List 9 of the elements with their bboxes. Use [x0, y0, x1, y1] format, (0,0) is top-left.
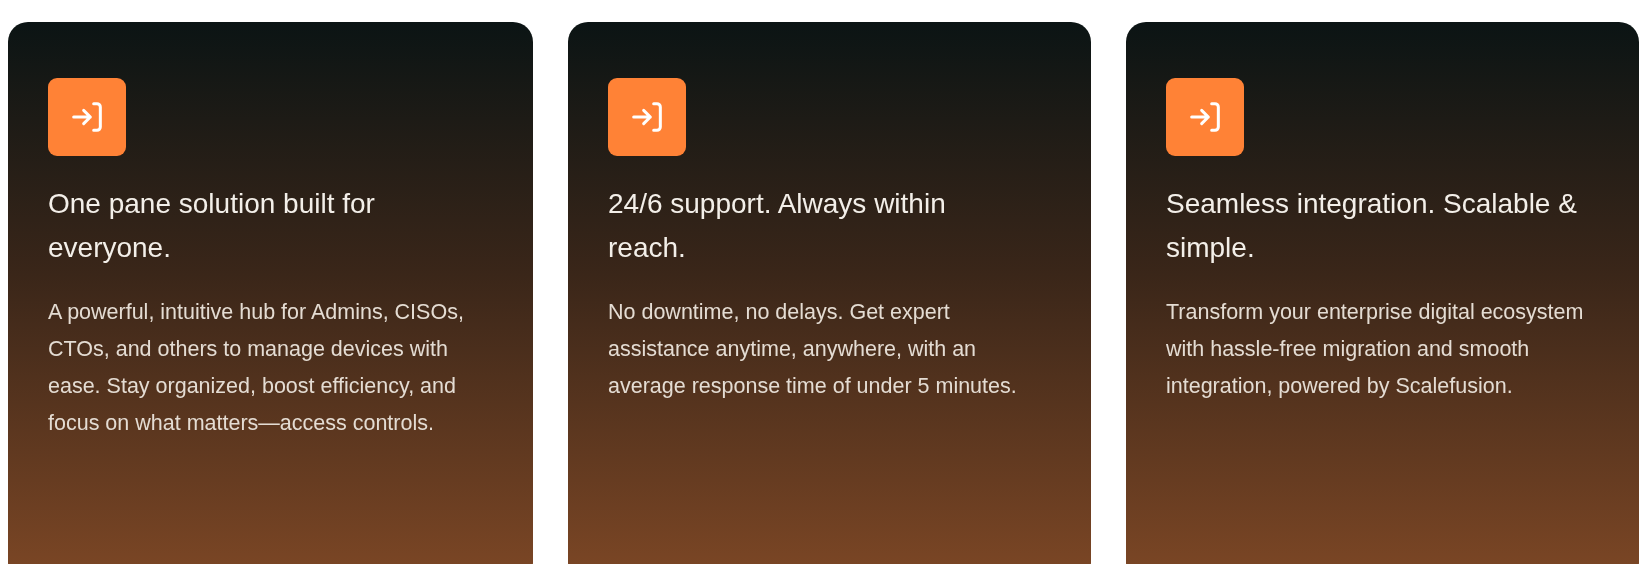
sign-in-icon: [1166, 78, 1244, 156]
card-description: No downtime, no delays. Get expert assistance anytime, anywhere, with an average response time of under 5 minutes.: [608, 299, 1018, 400]
card-title: Seamless integration. Scalable & simple.: [1166, 187, 1578, 265]
card-title: One pane solution built for everyone.: [48, 187, 376, 265]
card-description: Transform your enterprise digital ecosystem with hassle-free migration and smooth integration, powered by Scalefusion.: [1166, 299, 1585, 400]
card-description: A powerful, intuitive hub for Admins, CISOs, CTOs, and others to manage devices with ease. Stay organized, boost efficiency, and focus on what matters—access controls.: [48, 299, 465, 437]
sign-in-icon: [48, 78, 126, 156]
sign-in-icon: [608, 78, 686, 156]
card-title: 24/6 support. Always within reach.: [608, 187, 947, 265]
